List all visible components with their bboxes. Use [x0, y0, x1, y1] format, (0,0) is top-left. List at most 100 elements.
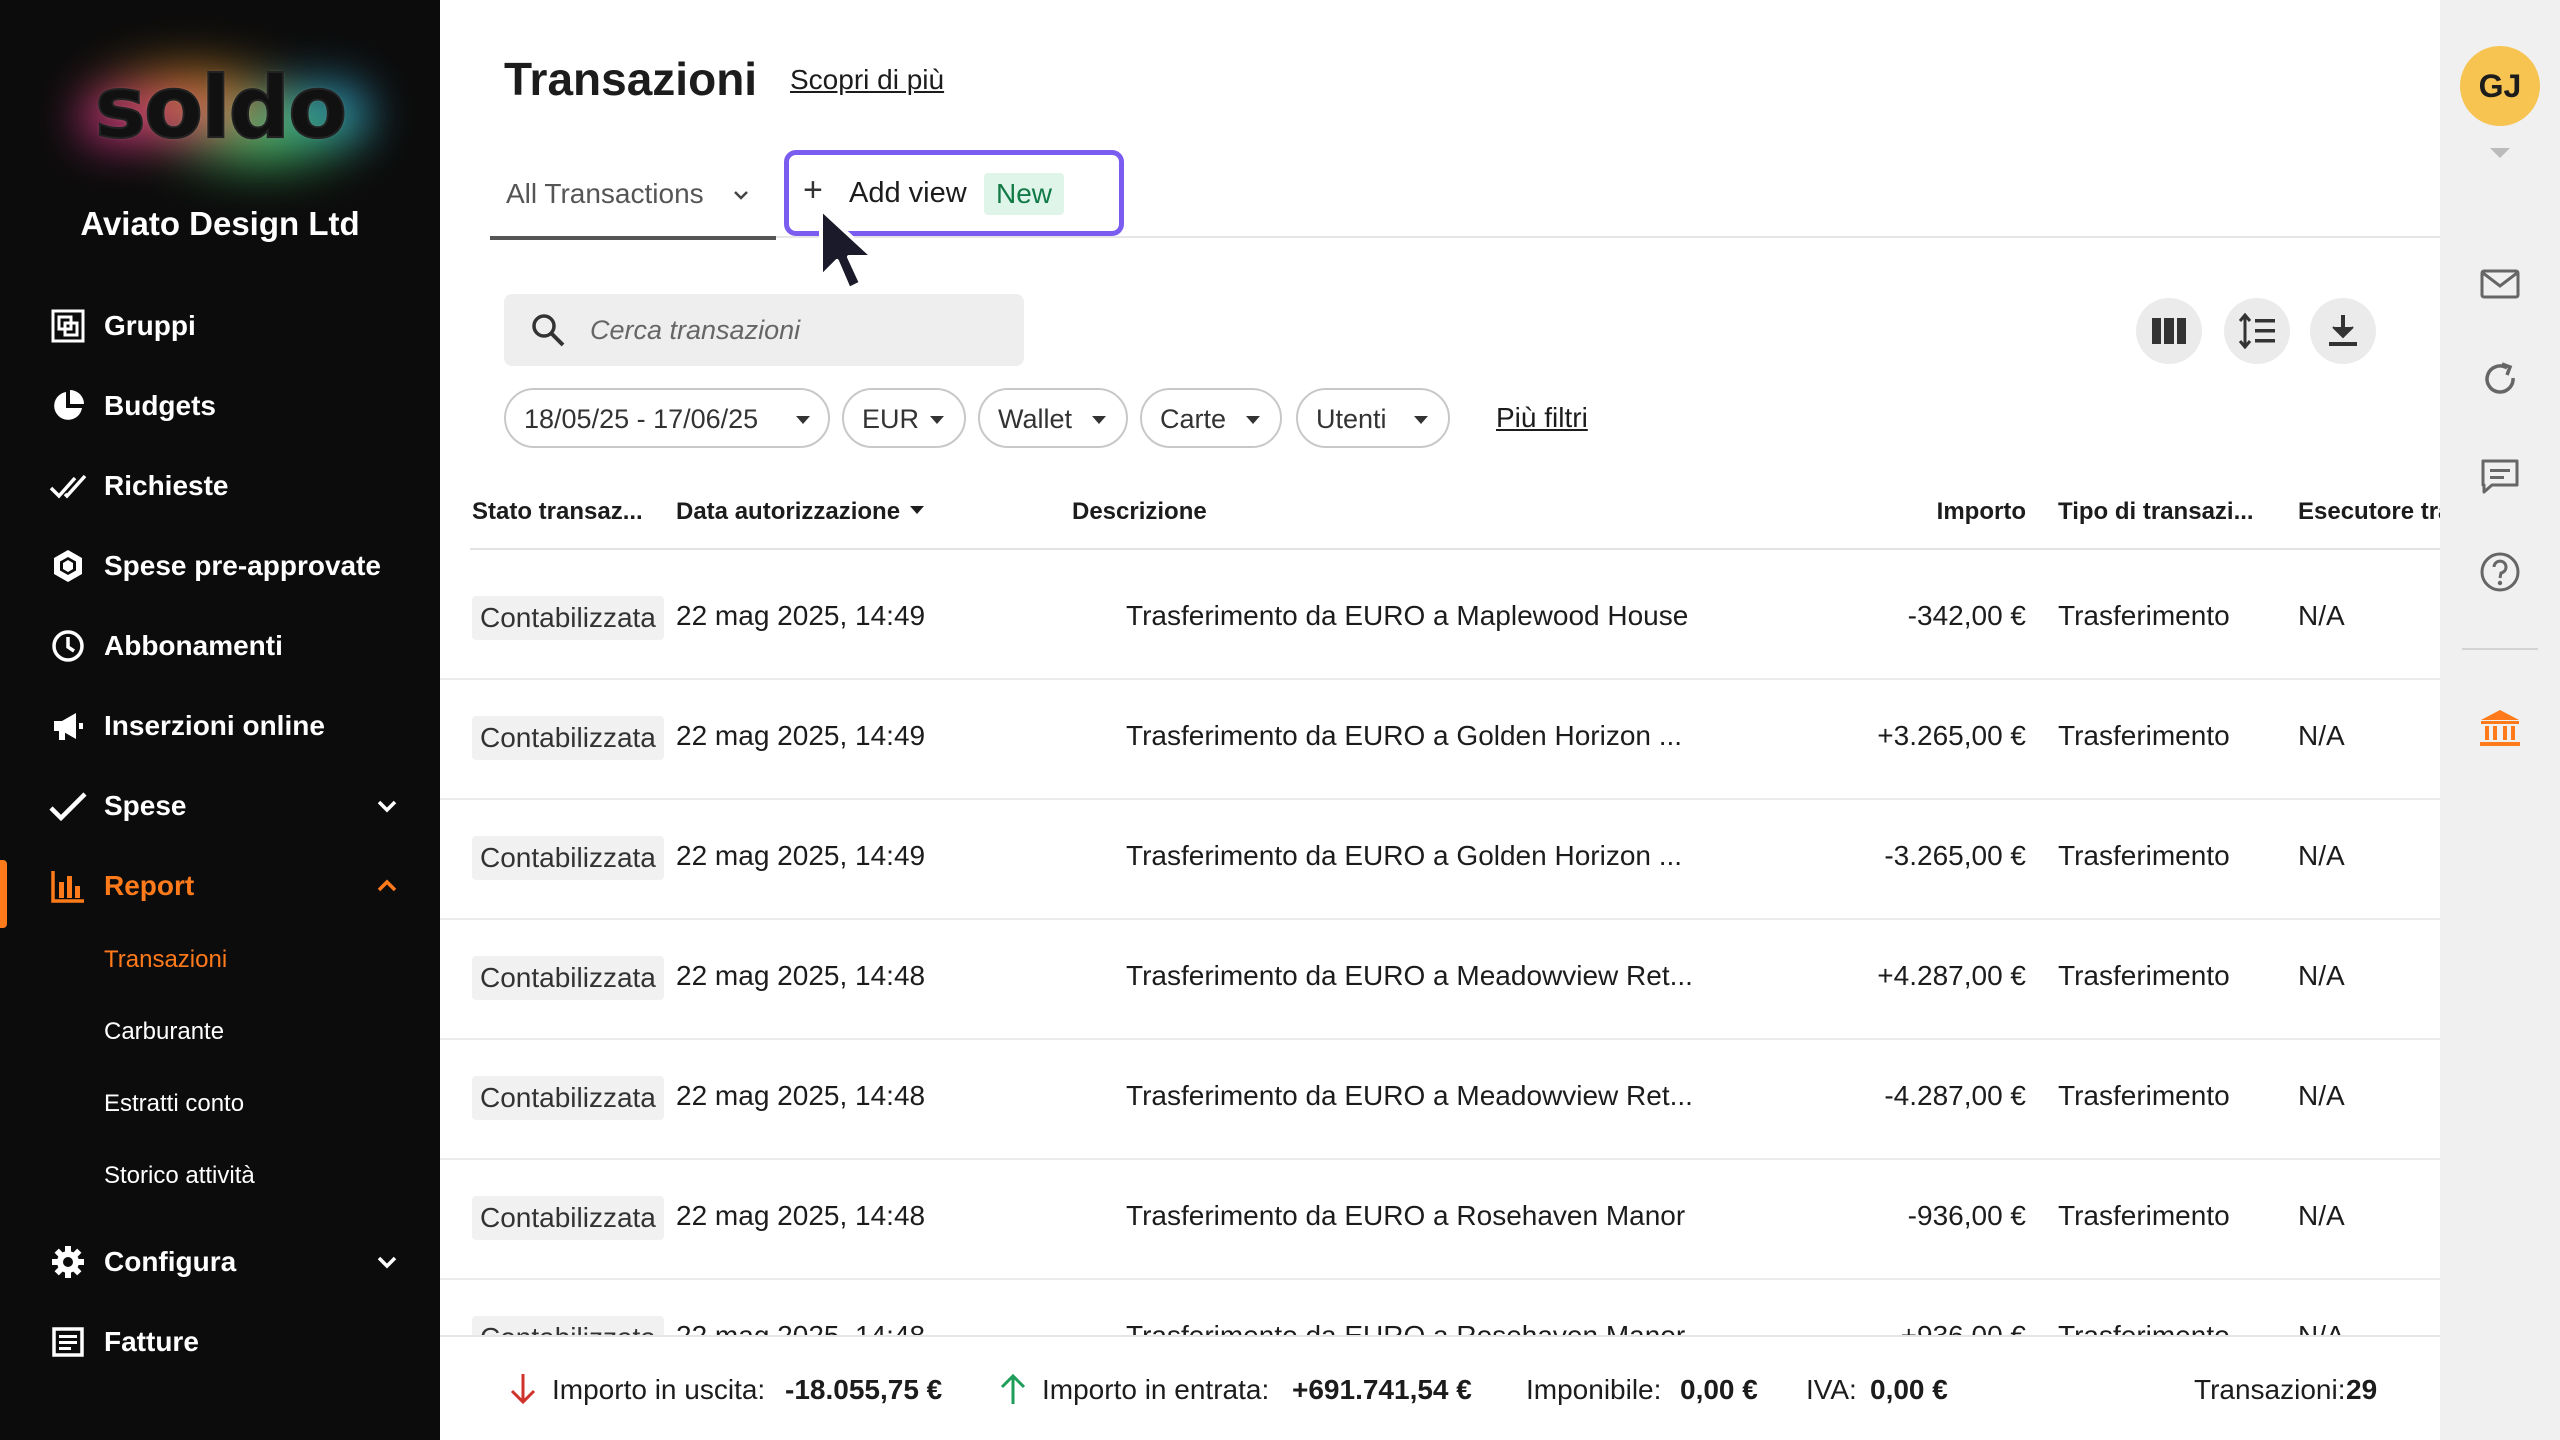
- cell-description: Trasferimento da EURO a Golden Horizon .…: [1126, 720, 1683, 751]
- download-icon: [2329, 315, 2357, 346]
- cell-executor: N/A: [2298, 840, 2345, 871]
- taxable-label: Imponibile:: [1526, 1374, 1662, 1405]
- cell-executor: N/A: [2298, 1080, 2345, 1111]
- caret-down-icon: [1092, 416, 1106, 424]
- caret-down-icon: [1246, 416, 1260, 424]
- row-density-icon: [2238, 313, 2275, 349]
- soldo-logo[interactable]: soldo: [60, 40, 380, 190]
- cell-executor: N/A: [2298, 960, 2345, 991]
- status-badge: Contabilizzata: [472, 836, 664, 880]
- cell-date: 22 mag 2025, 14:49: [676, 600, 926, 631]
- sidebar-item-spese[interactable]: Spese: [0, 776, 440, 836]
- caret-down-icon[interactable]: [2490, 148, 2510, 158]
- column-header-type[interactable]: Tipo di transazi...: [2058, 498, 2254, 526]
- search-field[interactable]: [504, 294, 1024, 366]
- cell-description: Trasferimento da EURO a Rosehaven Manor: [1126, 1320, 1685, 1335]
- summary-footer: Importo in uscita: -18.055,75 € Importo …: [440, 1335, 2440, 1440]
- sidebar-item-abbonamenti[interactable]: Abbonamenti: [0, 616, 440, 676]
- table-row[interactable]: Contabilizzata 22 mag 2025, 14:48 Trasfe…: [440, 920, 2440, 1040]
- sidebar-item-richieste[interactable]: Richieste: [0, 456, 440, 516]
- caret-down-icon: [1414, 416, 1428, 424]
- row-density-button[interactable]: [2224, 298, 2290, 364]
- filter-currency[interactable]: EUR: [842, 388, 966, 448]
- filter-users[interactable]: Utenti: [1296, 388, 1450, 448]
- table-row[interactable]: Contabilizzata 22 mag 2025, 14:49 Trasfe…: [440, 680, 2440, 800]
- columns-icon: [2152, 318, 2186, 344]
- sidebar-item-budgets[interactable]: Budgets: [0, 376, 440, 436]
- sidebar-item-fatture[interactable]: Fatture: [0, 1312, 440, 1372]
- cell-date: 22 mag 2025, 14:48: [676, 960, 926, 991]
- more-filters-link[interactable]: Più filtri: [1496, 402, 1588, 434]
- main-content: Transazioni Scopri di più All Transactio…: [440, 0, 2554, 1440]
- chat-icon[interactable]: [2476, 452, 2524, 500]
- cell-type: Trasferimento: [2058, 1080, 2230, 1111]
- status-badge: Contabilizzata: [472, 1316, 664, 1335]
- logo-text: soldo: [94, 57, 348, 159]
- sidebar: soldo Aviato Design Ltd Gruppi Budgets R…: [0, 0, 440, 1440]
- company-name: Aviato Design Ltd: [80, 205, 360, 242]
- hexagon-icon: [48, 546, 88, 586]
- sidebar-item-gruppi[interactable]: Gruppi: [0, 296, 440, 356]
- table-row[interactable]: Contabilizzata 22 mag 2025, 14:49 Trasfe…: [440, 560, 2440, 680]
- cell-date: 22 mag 2025, 14:48: [676, 1320, 925, 1335]
- table-row[interactable]: Contabilizzata 22 mag 2025, 14:49 Trasfe…: [440, 800, 2440, 920]
- table-row[interactable]: Contabilizzata 22 mag 2025, 14:48 Trasfe…: [440, 1160, 2440, 1280]
- view-selector-all-transactions[interactable]: All Transactions: [490, 160, 776, 240]
- learn-more-link[interactable]: Scopri di più: [790, 64, 944, 96]
- columns-button[interactable]: [2136, 298, 2202, 364]
- search-input[interactable]: [590, 310, 1000, 350]
- column-header-description[interactable]: Descrizione: [1072, 498, 1207, 526]
- refresh-icon[interactable]: [2476, 356, 2524, 404]
- filter-cards[interactable]: Carte: [1140, 388, 1282, 448]
- sort-desc-icon[interactable]: [910, 506, 924, 514]
- sidebar-item-inserzioni-online[interactable]: Inserzioni online: [0, 696, 440, 756]
- arrow-down-icon: [510, 1374, 536, 1405]
- sidebar-item-configura[interactable]: Configura: [0, 1232, 440, 1292]
- table-body: Contabilizzata 22 mag 2025, 14:49 Trasfe…: [440, 560, 2440, 1335]
- cell-description: Trasferimento da EURO a Golden Horizon .…: [1126, 840, 1683, 871]
- sidebar-subitem-carburante[interactable]: Carburante: [104, 1018, 224, 1046]
- cell-executor: N/A: [2298, 720, 2345, 751]
- table-row[interactable]: Contabilizzata 22 mag 2025, 14:48 Trasfe…: [440, 1040, 2440, 1160]
- column-header-amount[interactable]: Importo: [1792, 498, 2026, 526]
- right-rail: GJ: [2440, 0, 2560, 1440]
- cell-description: Trasferimento da EURO a Meadowview Ret..…: [1126, 960, 1693, 991]
- table-row[interactable]: Contabilizzata 22 mag 2025, 14:48 Trasfe…: [440, 1280, 2440, 1335]
- mail-icon[interactable]: [2476, 260, 2524, 308]
- groups-icon: [48, 306, 88, 346]
- cell-type: Trasferimento: [2058, 960, 2230, 991]
- sidebar-item-report[interactable]: Report: [0, 856, 440, 916]
- bank-icon[interactable]: [2476, 704, 2524, 752]
- clock-icon: [48, 626, 88, 666]
- sidebar-item-label: Spese: [104, 790, 187, 821]
- filter-wallet[interactable]: Wallet: [978, 388, 1128, 448]
- status-badge: Contabilizzata: [472, 1196, 664, 1240]
- column-header-status[interactable]: Stato transaz...: [472, 498, 643, 526]
- sidebar-subitem-transazioni[interactable]: Transazioni: [104, 946, 227, 974]
- download-button[interactable]: [2310, 298, 2376, 364]
- cell-amount: -4.287,00 €: [1884, 1080, 2026, 1111]
- cell-executor: N/A: [2298, 1200, 2345, 1231]
- cell-date: 22 mag 2025, 14:49: [676, 840, 926, 871]
- incoming-value: +691.741,54 €: [1292, 1374, 1472, 1405]
- chevron-down-icon: [377, 800, 397, 813]
- help-icon[interactable]: [2476, 548, 2524, 596]
- sidebar-item-spese-pre-approvate[interactable]: Spese pre-approvate: [0, 536, 440, 596]
- caret-down-icon: [930, 416, 944, 424]
- chevron-down-icon: [377, 1256, 397, 1269]
- cell-amount: +4.287,00 €: [1877, 960, 2026, 991]
- status-badge: Contabilizzata: [472, 1076, 664, 1120]
- user-avatar[interactable]: GJ: [2460, 46, 2540, 126]
- filter-date-range[interactable]: 18/05/25 - 17/06/25: [504, 388, 830, 448]
- gear-icon: [48, 1242, 88, 1282]
- vat-label: IVA:: [1806, 1374, 1857, 1405]
- column-header-date[interactable]: Data autorizzazione: [676, 498, 900, 526]
- sidebar-item-label: Richieste: [104, 470, 229, 501]
- sidebar-subitem-estratti-conto[interactable]: Estratti conto: [104, 1090, 244, 1118]
- table-header-divider: [470, 548, 2440, 550]
- check-icon: [48, 786, 88, 826]
- sidebar-subitem-storico-attivita[interactable]: Storico attività: [104, 1162, 255, 1190]
- cell-executor: N/A: [2298, 600, 2345, 631]
- transaction-count-label: Transazioni:: [2194, 1374, 2346, 1405]
- cell-date: 22 mag 2025, 14:48: [676, 1080, 926, 1111]
